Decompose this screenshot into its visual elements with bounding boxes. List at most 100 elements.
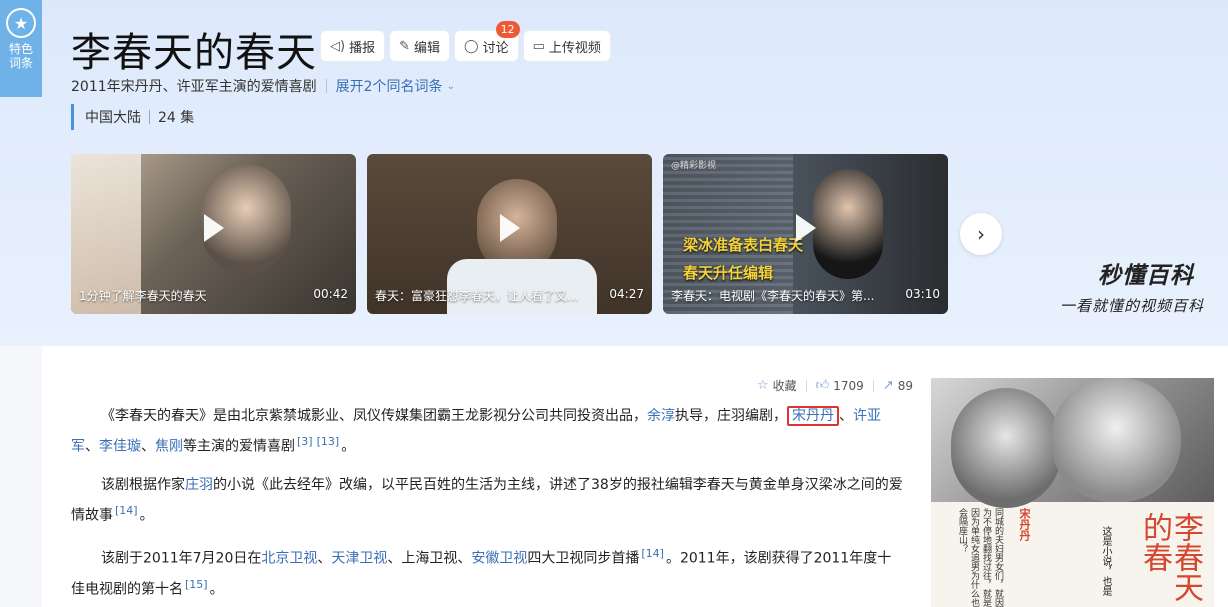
star-outline-icon: ☆ [757,378,769,393]
page-title: 李春天的春天 [71,30,317,76]
upload-video-label: 上传视频 [548,40,601,56]
article-body: 《李春天的春天》是由北京紫禁城影业、凤仪传媒集团霸王龙影视分公司共同投资出品，余… [71,404,903,607]
expand-homonyms-label: 展开2个同名词条 [335,79,443,95]
entry-subtitle: 2011年宋丹丹、许亚军主演的爱情喜剧 [71,79,317,95]
video-carousel: 1分钟了解李春天的春天 00:42 春天：富豪狂怼李春天，让人看了又... 04… [71,154,948,314]
chat-bubble-icon: ◯ [464,38,479,54]
poster-side-text: 这是小说，也是 [1100,526,1111,596]
poster-photo [931,378,1214,508]
video-duration: 04:27 [609,287,644,301]
video-title: 春天：富豪狂怼李春天，让人看了又... [375,289,579,303]
speaker-icon: ◁) [330,38,346,54]
featured-entry-ribbon: ★ 特色词条 [0,0,42,97]
edit-button[interactable]: ✎ 编辑 [390,31,450,61]
video-duration: 03:10 [905,287,940,301]
video-card-1[interactable]: 1分钟了解李春天的春天 00:42 [71,154,356,314]
entry-meta-bar: ☆ 收藏 👍︎ 1709 ↗ 89 [757,377,913,394]
action-toolbar: ◁) 播报 ✎ 编辑 ◯ 讨论 12 ▭ 上传视频 [321,21,610,61]
poster-title: 李春天的春 [1137,512,1203,602]
video-caption: 1分钟了解李春天的春天 00:42 [79,287,348,304]
share-count: 89 [897,378,913,393]
poster-body-text: 同城的夫妇男女们，就因为不停地翻找过往，就是因为单纯女追男为什么也会隔座山？ [957,508,1003,607]
video-subtitle-line-1: 梁冰准备表白春天 [683,236,804,254]
tag-region: 中国大陆 [85,110,141,126]
text: 、上海卫视、 [387,550,472,567]
link-beijing-tv[interactable]: 北京卫视 [261,551,317,567]
play-icon [203,213,224,242]
brand-slogan: 一看就懂的视频百科 [1060,297,1205,315]
paragraph-broadcast: 该剧于2011年7月20日在北京卫视、天津卫视、上海卫视、安徽卫视四大卫视同步首… [71,541,903,602]
video-caption: 春天：富豪狂怼李春天，让人看了又... 04:27 [375,287,644,304]
text: 四大卫视同步首播 [527,550,640,567]
featured-entry-label: 特色词条 [8,42,33,70]
text: 。 [341,438,356,455]
chevron-down-icon: ⌄ [446,80,455,92]
pencil-icon: ✎ [399,38,410,54]
meta-divider [805,379,807,392]
tag-divider [149,110,150,124]
text: 执导，庄羽编剧， [675,408,787,424]
text: 、 [85,438,99,455]
link-actor-li-jiaxuan[interactable]: 李佳璇 [99,439,141,455]
video-upload-icon: ▭ [532,38,545,54]
like-button[interactable]: 👍︎ 1709 [816,378,864,393]
subtitle-divider [325,79,327,93]
video-duration: 00:42 [313,287,348,301]
paragraph-intro: 《李春天的春天》是由北京紫禁城影业、凤仪传媒集团霸王龙影视分公司共同投资出品，余… [71,404,903,460]
chevron-right-icon: › [977,222,985,246]
link-tianjin-tv[interactable]: 天津卫视 [331,551,387,567]
carousel-next-button[interactable]: › [960,213,1002,255]
link-actor-song-dandan[interactable]: 宋丹丹 [787,406,839,426]
poster-actor-name: 宋丹丹 [1018,508,1031,541]
text: 该剧于2011年7月20日在 [101,550,262,567]
reference-link[interactable]: [13] [317,435,340,448]
discuss-button[interactable]: ◯ 讨论 12 [455,21,520,61]
meta-divider [872,379,874,392]
text: 、 [839,408,853,424]
reference-link[interactable]: [3] [297,435,313,448]
reference-link[interactable]: [14] [641,547,664,560]
paragraph-plot: 该剧根据作家庄羽的小说《此去经年》改编，以平民百姓的生活为主线，讲述了38岁的报… [71,473,903,529]
favorite-button[interactable]: ☆ 收藏 [757,377,797,394]
text: 、 [141,438,155,455]
reference-link[interactable]: [15] [185,578,208,591]
entry-tags: 中国大陆 24 集 [71,104,194,130]
subtitle-row: 2011年宋丹丹、许亚军主演的爱情喜剧 展开2个同名词条 ⌄ [71,76,455,96]
video-title: 李春天：电视剧《李春天的春天》第... [671,289,875,303]
video-title: 1分钟了解李春天的春天 [79,289,207,303]
favorite-label: 收藏 [772,379,797,393]
video-caption: 李春天：电视剧《李春天的春天》第... 03:10 [671,287,940,304]
video-card-2[interactable]: 春天：富豪狂怼李春天，让人看了又... 04:27 [367,154,652,314]
play-icon [499,213,520,242]
reference-link[interactable]: [14] [115,504,138,517]
thumbs-up-icon: 👍︎ [815,378,830,393]
link-director[interactable]: 余淳 [647,408,675,424]
text: 、 [317,550,332,567]
broadcast-button[interactable]: ◁) 播报 [321,31,385,61]
brand-logo: 秒懂百科 [1098,263,1194,289]
link-writer[interactable]: 庄羽 [185,477,213,493]
link-actor-jiao-gang[interactable]: 焦刚 [155,439,183,455]
text: 。 [139,507,154,524]
expand-homonyms-link[interactable]: 展开2个同名词条 ⌄ [336,76,455,96]
poster-image[interactable]: 同城的夫妇男女们，就因为不停地翻找过往，就是因为单纯女追男为什么也会隔座山？ 宋… [931,378,1214,607]
star-badge-icon: ★ [6,8,36,38]
share-button[interactable]: ↗ 89 [883,378,913,393]
text: 该剧根据作家 [101,476,185,493]
video-subtitle-line-2: 春天升任编辑 [683,264,774,282]
edit-label: 编辑 [414,40,441,56]
share-icon: ↗ [882,378,894,393]
text: 《李春天的春天》是由北京紫禁城影业、凤仪传媒集团霸王龙影视分公司共同投资出品， [101,408,647,424]
text: 等主演的爱情喜剧 [183,438,295,455]
discuss-count-badge: 12 [495,21,520,38]
upload-video-button[interactable]: ▭ 上传视频 [523,31,610,61]
play-icon [795,213,816,242]
video-watermark: @精彩影视 [671,161,717,171]
broadcast-label: 播报 [349,40,376,56]
text: 。 [209,581,224,598]
link-anhui-tv[interactable]: 安徽卫视 [471,551,527,567]
video-card-3[interactable]: @精彩影视 梁冰准备表白春天 春天升任编辑 李春天：电视剧《李春天的春天》第..… [663,154,948,314]
like-count: 1709 [833,378,864,393]
tag-episodes: 24 集 [158,110,195,126]
discuss-label: 讨论 [482,40,509,56]
